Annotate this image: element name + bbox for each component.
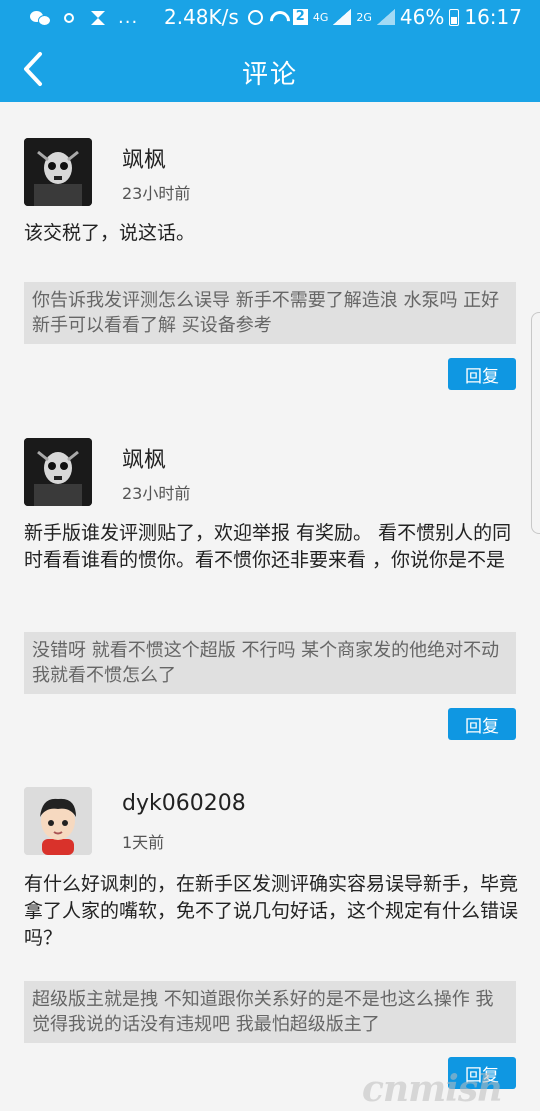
status-left-icons: ...	[30, 7, 138, 28]
comment-item: 飒枫 23小时前 新手版谁发评测贴了，欢迎举报 有奖励。 看不惯别人的同时看看谁…	[0, 402, 540, 752]
comment-time: 23小时前	[122, 184, 191, 203]
quoted-comment: 超级版主就是拽 不知道跟你关系好的是不是也这么操作 我觉得我说的话没有违规吧 我…	[24, 981, 516, 1043]
comment-text: 新手版谁发评测贴了，欢迎举报 有奖励。 看不惯别人的同时看看谁看的惯你。看不惯你…	[24, 522, 512, 571]
comment-text: 有什么好讽刺的，在新手区发测评确实容易误导新手，毕竟拿了人家的嘴软，免不了说几句…	[24, 873, 519, 949]
wechat-icon	[30, 10, 51, 26]
avatar[interactable]	[24, 138, 92, 206]
signal-icon	[333, 9, 352, 25]
alarm-icon	[247, 8, 265, 26]
comment-list: 飒枫 23小时前 该交税了，说这话。 你告诉我发评测怎么误导 新手不需要了解造浪…	[0, 102, 540, 1111]
comment-item: dyk060208 1天前 有什么好讽刺的，在新手区发测评确实容易误导新手，毕竟…	[0, 751, 540, 1111]
brightness-icon	[60, 10, 78, 26]
battery-icon	[449, 8, 460, 26]
skull-avatar-icon	[24, 138, 92, 206]
nav-bar: 评论	[0, 36, 540, 102]
comment-author[interactable]: 飒枫	[122, 442, 166, 474]
status-right-icons: 2 4G 2G 46% 16:17	[247, 5, 522, 29]
status-bar: ... 2.48K/s 2 4G 2G 46% 16:17	[0, 0, 540, 36]
comment-item: 飒枫 23小时前 该交税了，说这话。 你告诉我发评测怎么误导 新手不需要了解造浪…	[0, 102, 540, 402]
avatar[interactable]	[24, 438, 92, 506]
cartoon-boy-avatar-icon	[24, 787, 92, 855]
network-type-label: 4G	[312, 10, 329, 24]
page-title: 评论	[241, 60, 298, 90]
wifi-icon	[270, 8, 288, 26]
comment-author[interactable]: 飒枫	[122, 142, 166, 174]
comment-time: 1天前	[122, 833, 165, 852]
reply-button[interactable]: 回复	[448, 708, 516, 740]
quoted-comment: 你告诉我发评测怎么误导 新手不需要了解造浪 水泵吗 正好新手可以看看了解 买设备…	[24, 282, 516, 344]
skull-avatar-icon	[24, 438, 92, 506]
signal-2-icon	[376, 9, 395, 25]
comment-author[interactable]: dyk060208	[122, 791, 246, 816]
hourglass-icon	[88, 10, 108, 26]
avatar[interactable]	[24, 787, 92, 855]
more-notifications-dots: ...	[118, 7, 139, 28]
network-type-2-label: 2G	[356, 10, 372, 24]
reply-button[interactable]: 回复	[448, 358, 516, 390]
quoted-comment: 没错呀 就看不惯这个超版 不行吗 某个商家发的他绝对不动 我就看不惯怎么了	[24, 632, 516, 694]
comment-text: 该交税了，说这话。	[24, 222, 196, 244]
site-watermark: cnmish	[362, 1068, 503, 1110]
scroll-handle[interactable]	[531, 312, 540, 534]
comment-time: 23小时前	[122, 484, 191, 503]
sim-badge: 2	[292, 9, 308, 25]
network-speed: 2.48K/s	[164, 5, 239, 29]
clock: 16:17	[464, 5, 522, 29]
battery-percent: 46%	[399, 5, 445, 29]
